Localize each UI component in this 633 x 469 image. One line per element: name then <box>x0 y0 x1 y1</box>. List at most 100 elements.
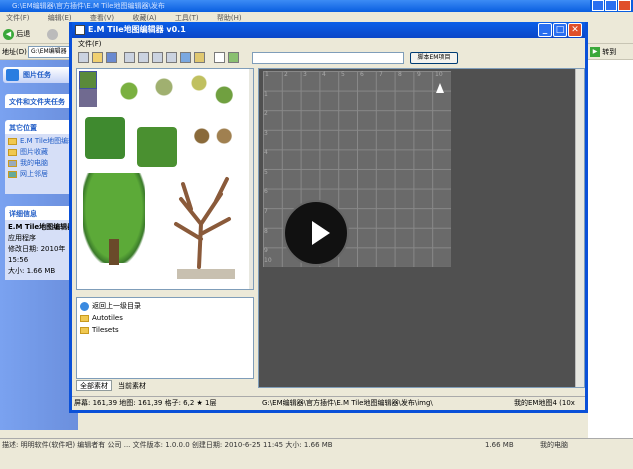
folder-icon <box>8 148 17 156</box>
preview-icon[interactable] <box>228 52 239 63</box>
details-size: 大小: 1.66 MB <box>8 267 56 275</box>
water-tile[interactable] <box>79 89 97 107</box>
explorer-close-button[interactable] <box>618 0 631 11</box>
tileset-scrollbar[interactable] <box>249 69 253 289</box>
explorer-menu-favorites[interactable]: 收藏(A) <box>132 14 156 22</box>
status-path: G:\EM编辑器\官方插件\E.M Tile地图编辑器\发布\img\ <box>262 399 433 407</box>
bushes-tiles[interactable] <box>101 71 241 111</box>
hedge-tile[interactable] <box>85 117 125 159</box>
explorer-menu-tools[interactable]: 工具(T) <box>175 14 199 22</box>
back-arrow-icon: ◀ <box>3 28 14 40</box>
layer3-icon[interactable] <box>152 52 163 63</box>
tree-item-up[interactable]: 返回上一级目录 <box>80 300 250 312</box>
tab-all-materials[interactable]: 全部素材 <box>76 380 112 391</box>
details-modified: 修改日期: 2010年 <box>8 245 66 253</box>
hedge-large-tile[interactable] <box>137 127 177 167</box>
play-button[interactable] <box>283 200 349 266</box>
grid-col-number: 6 <box>360 71 364 78</box>
file-tasks-header[interactable]: 文件和文件夹任务 <box>5 94 75 108</box>
other-place-item[interactable]: E.M Tile地图编辑器 <box>8 136 75 147</box>
tree-item-label: 返回上一级目录 <box>92 302 141 310</box>
explorer-maximize-button[interactable] <box>605 0 617 11</box>
map-scrollbar[interactable] <box>575 69 584 387</box>
layer1-icon[interactable] <box>124 52 135 63</box>
open-icon[interactable] <box>92 52 103 63</box>
other-places-header[interactable]: 其它位置 <box>5 120 75 134</box>
path-input[interactable] <box>252 52 404 64</box>
grid-col-number: 2 <box>284 71 288 78</box>
grid-row-number: 2 <box>264 110 268 117</box>
menu-file[interactable]: 文件(F) <box>78 40 102 48</box>
picture-tasks-header[interactable]: 图片任务 <box>3 67 75 83</box>
explorer-menu-edit[interactable]: 编辑(E) <box>48 14 72 22</box>
tileset-palette[interactable] <box>76 68 254 290</box>
grid-row-number: 7 <box>264 208 268 215</box>
grid-row-number: 5 <box>264 169 268 176</box>
other-place-item[interactable]: 图片收藏 <box>8 147 72 158</box>
layer4-icon[interactable] <box>166 52 177 63</box>
other-places-list: E.M Tile地图编辑器 图片收藏 我的电脑 网上邻居 <box>5 134 75 194</box>
explorer-menu-help[interactable]: 帮助(H) <box>217 14 242 22</box>
go-button[interactable]: ▶ 转到 <box>590 45 632 59</box>
close-button[interactable]: ✕ <box>568 23 582 37</box>
grid-col-number: 4 <box>322 71 326 78</box>
go-label: 转到 <box>602 48 617 56</box>
grid-row-number: 6 <box>264 188 268 195</box>
explorer-status-text: 描述: 明明软件(软件吧) 编辑者有 公司 ... 文件版本: 1.0.0.0 … <box>2 441 333 449</box>
bare-tree-tile[interactable] <box>161 169 241 269</box>
tree-item-tilesets[interactable]: Tilesets <box>80 324 250 336</box>
address-value: G:\EM编辑器 <box>31 48 67 55</box>
tree-item-autotiles[interactable]: Autotiles <box>80 312 250 324</box>
folder-icon <box>8 137 17 145</box>
details-filename: E.M Tile地图编辑器 <box>8 223 75 231</box>
tree-item-label: Tilesets <box>92 326 119 334</box>
app-menu-bar: 文件(F) <box>72 38 585 50</box>
grid-col-number: 10 <box>435 71 443 78</box>
app-title-bar[interactable]: E.M Tile地图编辑器 v0.1 _ □ ✕ <box>72 22 585 38</box>
grid-row-number: 3 <box>264 130 268 137</box>
explorer-window-buttons <box>590 0 633 12</box>
app-title: E.M Tile地图编辑器 v0.1 <box>88 25 186 34</box>
grid-row-number: 10 <box>264 257 272 264</box>
fill-icon[interactable] <box>194 52 205 63</box>
material-tabs: 全部素材 当前素材 <box>76 380 254 392</box>
explorer-status-computer: 我的电脑 <box>540 441 568 449</box>
address-label: 地址(D) <box>2 48 27 56</box>
forward-icon[interactable] <box>47 29 58 40</box>
details-list: E.M Tile地图编辑器 应用程序 修改日期: 2010年 15:56 大小:… <box>5 220 75 280</box>
explorer-menu-file[interactable]: 文件(F) <box>6 14 30 22</box>
details-header[interactable]: 详细信息 <box>5 206 75 220</box>
grid-row-number: 1 <box>264 91 268 98</box>
status-map-name: 我的EM地图4 (10x <box>514 399 575 407</box>
grid-row-number: 4 <box>264 149 268 156</box>
explorer-task-pane: 图片任务 文件和文件夹任务 其它位置 E.M Tile地图编辑器 图片收藏 我的… <box>0 60 78 430</box>
back-button[interactable]: ◀ 后退 <box>3 27 43 41</box>
tree-item-label: Autotiles <box>92 314 123 322</box>
grid-icon[interactable] <box>214 52 225 63</box>
other-place-label: 图片收藏 <box>20 148 48 156</box>
tab-current-materials[interactable]: 当前素材 <box>114 380 150 391</box>
grass-tile[interactable] <box>79 71 97 89</box>
app-toolbar: 脚本EM项目 <box>72 50 585 66</box>
pencil-icon[interactable] <box>180 52 191 63</box>
minimize-button[interactable]: _ <box>538 23 552 37</box>
new-icon[interactable] <box>78 52 89 63</box>
stumps-tiles[interactable] <box>185 121 241 151</box>
grid-col-number: 8 <box>398 71 402 78</box>
explorer-minimize-button[interactable] <box>592 0 604 11</box>
script-em-project-button[interactable]: 脚本EM项目 <box>410 52 458 64</box>
grid-row-number: 8 <box>264 228 268 235</box>
grid-row-number: 9 <box>264 247 268 254</box>
save-icon[interactable] <box>106 52 117 63</box>
fence-tile[interactable] <box>177 269 235 279</box>
other-place-item[interactable]: 我的电脑 <box>8 158 72 169</box>
other-place-item[interactable]: 网上邻居 <box>8 169 72 180</box>
explorer-menu-view[interactable]: 查看(V) <box>90 14 114 22</box>
material-tree: 返回上一级目录 Autotiles Tilesets <box>76 297 254 379</box>
maximize-button[interactable]: □ <box>553 23 567 37</box>
picture-tasks-icon <box>6 69 19 81</box>
address-input[interactable]: G:\EM编辑器 <box>28 46 70 58</box>
file-tasks-label: 文件和文件夹任务 <box>9 98 65 106</box>
explorer-file-area <box>588 60 633 438</box>
layer2-icon[interactable] <box>138 52 149 63</box>
